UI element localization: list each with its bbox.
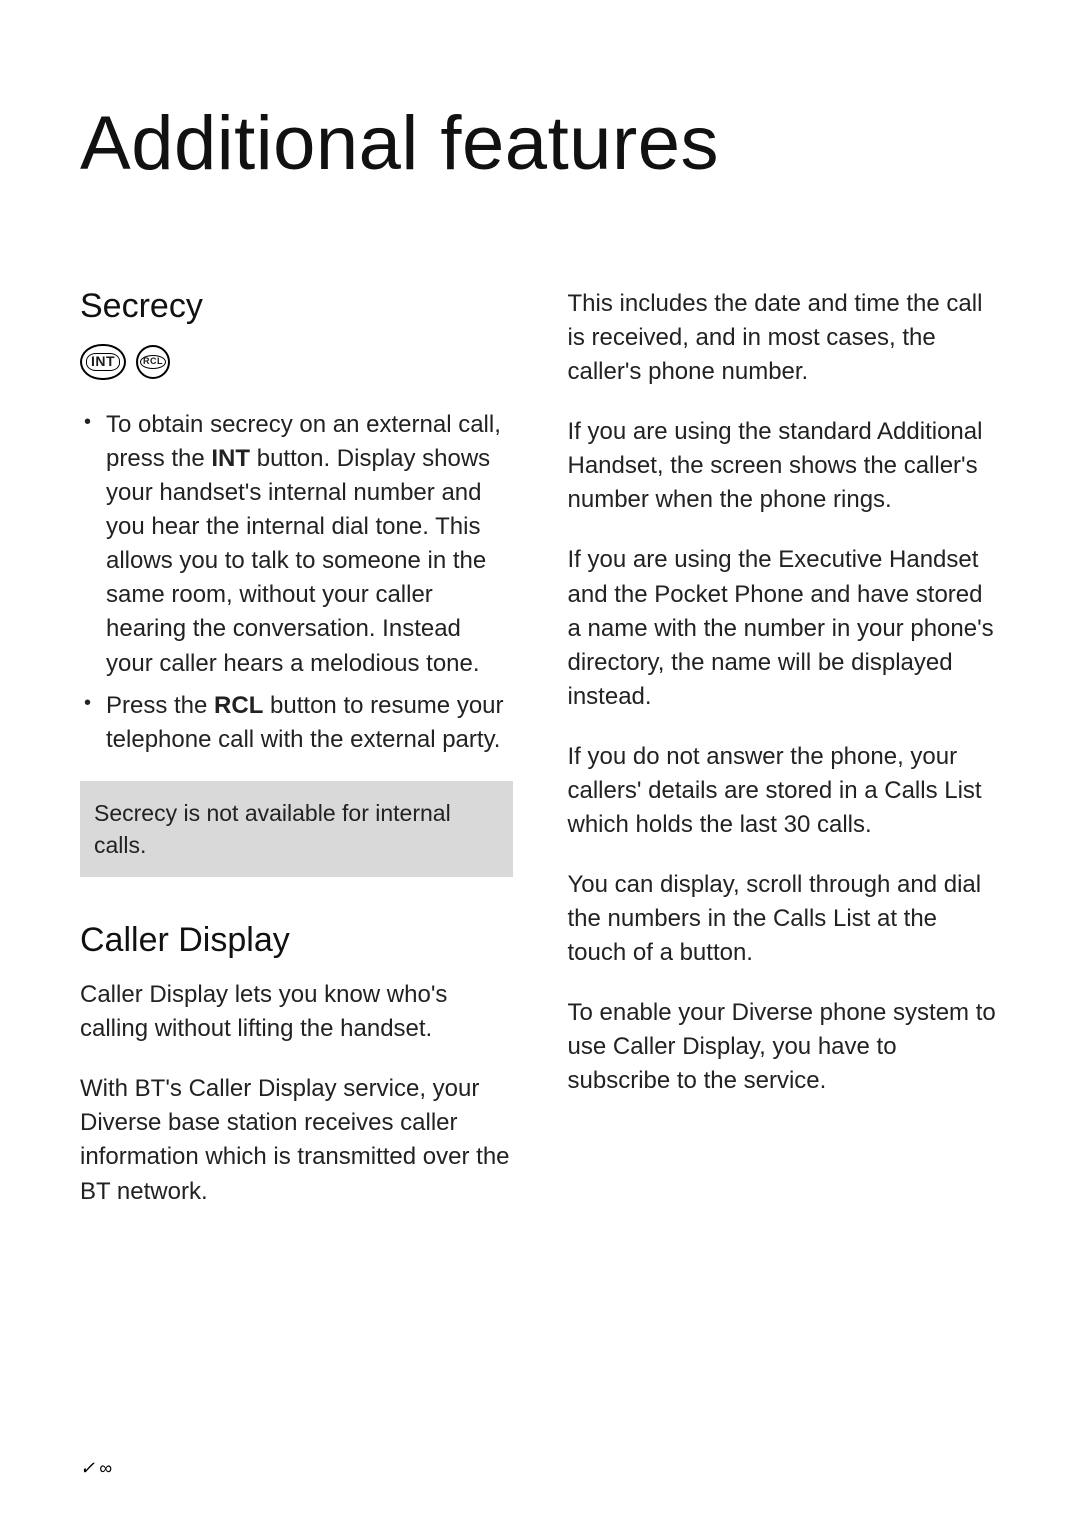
bullet-2-pre: Press the bbox=[106, 692, 214, 719]
page-number: ✓∞ bbox=[80, 1458, 116, 1479]
rcl-button-label: RCL bbox=[140, 355, 166, 369]
secrecy-bullet-2: Press the RCL button to resume your tele… bbox=[80, 689, 513, 757]
bullet-1-mid: button. Display shows your handset's int… bbox=[106, 445, 490, 676]
right-column: This includes the date and time the call… bbox=[568, 287, 1001, 1235]
bullet-1-bold: INT bbox=[211, 445, 250, 472]
right-p6: To enable your Diverse phone system to u… bbox=[568, 996, 1001, 1098]
secrecy-icon-row: INT RCL bbox=[80, 344, 513, 380]
page-container: Additional features Secrecy INT RCL To o… bbox=[0, 0, 1080, 1529]
int-button-label: INT bbox=[86, 353, 120, 370]
right-p2: If you are using the standard Additional… bbox=[568, 415, 1001, 517]
secrecy-note-box: Secrecy is not available for internal ca… bbox=[80, 781, 513, 877]
secrecy-heading: Secrecy bbox=[80, 287, 513, 326]
secrecy-bullet-list: To obtain secrecy on an external call, p… bbox=[80, 408, 513, 757]
right-p3: If you are using the Executive Handset a… bbox=[568, 543, 1001, 713]
left-column: Secrecy INT RCL To obtain secrecy on an … bbox=[80, 287, 513, 1235]
caller-display-heading: Caller Display bbox=[80, 921, 513, 960]
rcl-button-icon: RCL bbox=[136, 345, 170, 379]
caller-display-p1: With BT's Caller Display service, your D… bbox=[80, 1072, 513, 1208]
page-title: Additional features bbox=[80, 100, 1000, 187]
caller-display-intro: Caller Display lets you know who's calli… bbox=[80, 978, 513, 1046]
right-p5: You can display, scroll through and dial… bbox=[568, 868, 1001, 970]
bullet-2-bold: RCL bbox=[214, 692, 263, 719]
two-column-layout: Secrecy INT RCL To obtain secrecy on an … bbox=[80, 287, 1000, 1235]
secrecy-bullet-1: To obtain secrecy on an external call, p… bbox=[80, 408, 513, 681]
right-p4: If you do not answer the phone, your cal… bbox=[568, 740, 1001, 842]
right-p1: This includes the date and time the call… bbox=[568, 287, 1001, 389]
int-button-icon: INT bbox=[80, 344, 126, 380]
